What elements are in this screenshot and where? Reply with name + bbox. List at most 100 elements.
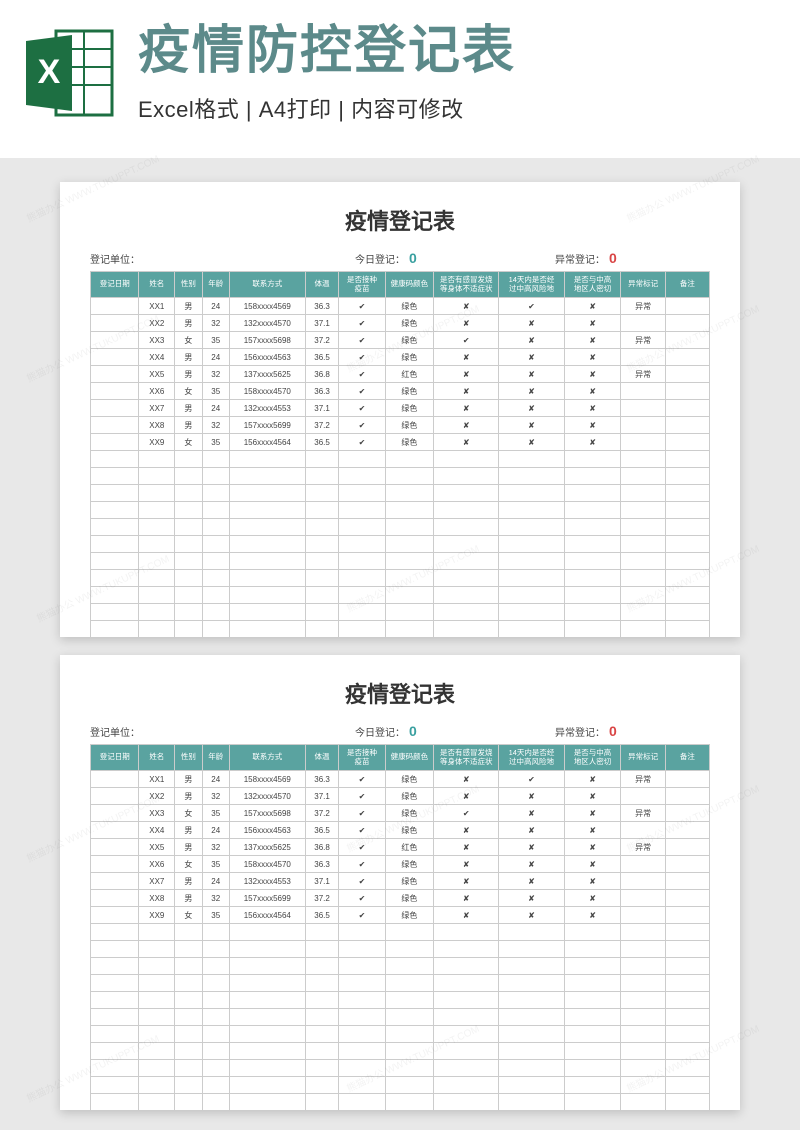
cross-icon xyxy=(589,319,596,328)
table-cell xyxy=(175,1094,202,1111)
table-cell xyxy=(665,485,709,502)
table-cell xyxy=(434,1009,499,1026)
table-cell xyxy=(665,519,709,536)
table-cell xyxy=(665,604,709,621)
table-cell xyxy=(175,587,202,604)
table-cell xyxy=(91,890,139,907)
table-cell xyxy=(564,468,621,485)
table-cell: XX5 xyxy=(139,366,175,383)
table-cell xyxy=(139,570,175,587)
table-cell xyxy=(91,570,139,587)
cross-icon xyxy=(463,404,470,413)
table-cell: 绿色 xyxy=(385,332,433,349)
table-cell: XX7 xyxy=(139,873,175,890)
table-cell xyxy=(175,621,202,638)
table-cell xyxy=(339,434,385,451)
table-cell: 绿色 xyxy=(385,856,433,873)
cross-icon xyxy=(463,319,470,328)
table-cell xyxy=(229,1060,305,1077)
table-cell xyxy=(305,519,339,536)
table-cell xyxy=(91,924,139,941)
cross-icon xyxy=(528,894,535,903)
table-cell xyxy=(339,451,385,468)
table-cell xyxy=(434,570,499,587)
table-cell xyxy=(621,1077,665,1094)
table-cell: XX6 xyxy=(139,383,175,400)
table-cell xyxy=(564,1077,621,1094)
table-cell xyxy=(499,400,564,417)
table-cell xyxy=(434,1043,499,1060)
table-cell xyxy=(139,992,175,1009)
table-cell: 绿色 xyxy=(385,383,433,400)
table-cell: 36.3 xyxy=(305,856,339,873)
table-row xyxy=(91,502,710,519)
table-cell xyxy=(229,536,305,553)
table-cell xyxy=(665,383,709,400)
table-cell xyxy=(91,621,139,638)
table-row: XX1男24158xxxx456936.3绿色异常 xyxy=(91,298,710,315)
table-cell: XX6 xyxy=(139,856,175,873)
table-cell xyxy=(434,805,499,822)
table-row xyxy=(91,587,710,604)
cross-icon xyxy=(463,826,470,835)
table-cell xyxy=(621,315,665,332)
table-cell xyxy=(202,1026,229,1043)
cross-icon xyxy=(589,877,596,886)
table-cell xyxy=(175,992,202,1009)
table-cell xyxy=(564,604,621,621)
table-cell xyxy=(564,890,621,907)
table-cell: XX5 xyxy=(139,839,175,856)
table-row xyxy=(91,536,710,553)
check-icon xyxy=(359,387,366,396)
meta-today: 今日登记：0 xyxy=(355,723,555,739)
table-cell: XX3 xyxy=(139,805,175,822)
table-cell xyxy=(665,839,709,856)
cross-icon xyxy=(528,404,535,413)
table-cell xyxy=(564,315,621,332)
table-cell xyxy=(339,941,385,958)
table-cell xyxy=(175,485,202,502)
table-cell: 24 xyxy=(202,298,229,315)
table-row xyxy=(91,1077,710,1094)
table-cell xyxy=(229,468,305,485)
table-cell xyxy=(499,890,564,907)
table-cell xyxy=(339,1009,385,1026)
table-cell xyxy=(139,536,175,553)
table-cell xyxy=(202,621,229,638)
table-cell xyxy=(91,468,139,485)
table-cell xyxy=(229,1026,305,1043)
table-cell xyxy=(139,1094,175,1111)
cross-icon xyxy=(589,404,596,413)
table-cell: 36.5 xyxy=(305,907,339,924)
table-cell: 男 xyxy=(175,822,202,839)
table-cell xyxy=(621,992,665,1009)
table-cell xyxy=(229,924,305,941)
table-cell xyxy=(665,417,709,434)
table-cell: 37.2 xyxy=(305,332,339,349)
table-cell xyxy=(202,924,229,941)
table-cell xyxy=(434,822,499,839)
svg-text:X: X xyxy=(38,53,61,91)
table-cell xyxy=(385,1026,433,1043)
table-cell: 女 xyxy=(175,907,202,924)
table-cell xyxy=(305,975,339,992)
table-row xyxy=(91,958,710,975)
table-cell xyxy=(665,468,709,485)
table-cell: 158xxxx4569 xyxy=(229,298,305,315)
table-cell: 异常 xyxy=(621,332,665,349)
table-row xyxy=(91,553,710,570)
table-cell xyxy=(175,975,202,992)
table-cell xyxy=(434,417,499,434)
table-cell: 男 xyxy=(175,349,202,366)
table-cell xyxy=(434,771,499,788)
table-cell xyxy=(665,907,709,924)
table-cell xyxy=(139,1009,175,1026)
check-icon xyxy=(359,404,366,413)
table-cell xyxy=(175,604,202,621)
table-cell xyxy=(434,941,499,958)
table-cell xyxy=(229,621,305,638)
table-cell xyxy=(564,1060,621,1077)
table-cell xyxy=(564,434,621,451)
table-cell xyxy=(665,1009,709,1026)
table-row xyxy=(91,992,710,1009)
